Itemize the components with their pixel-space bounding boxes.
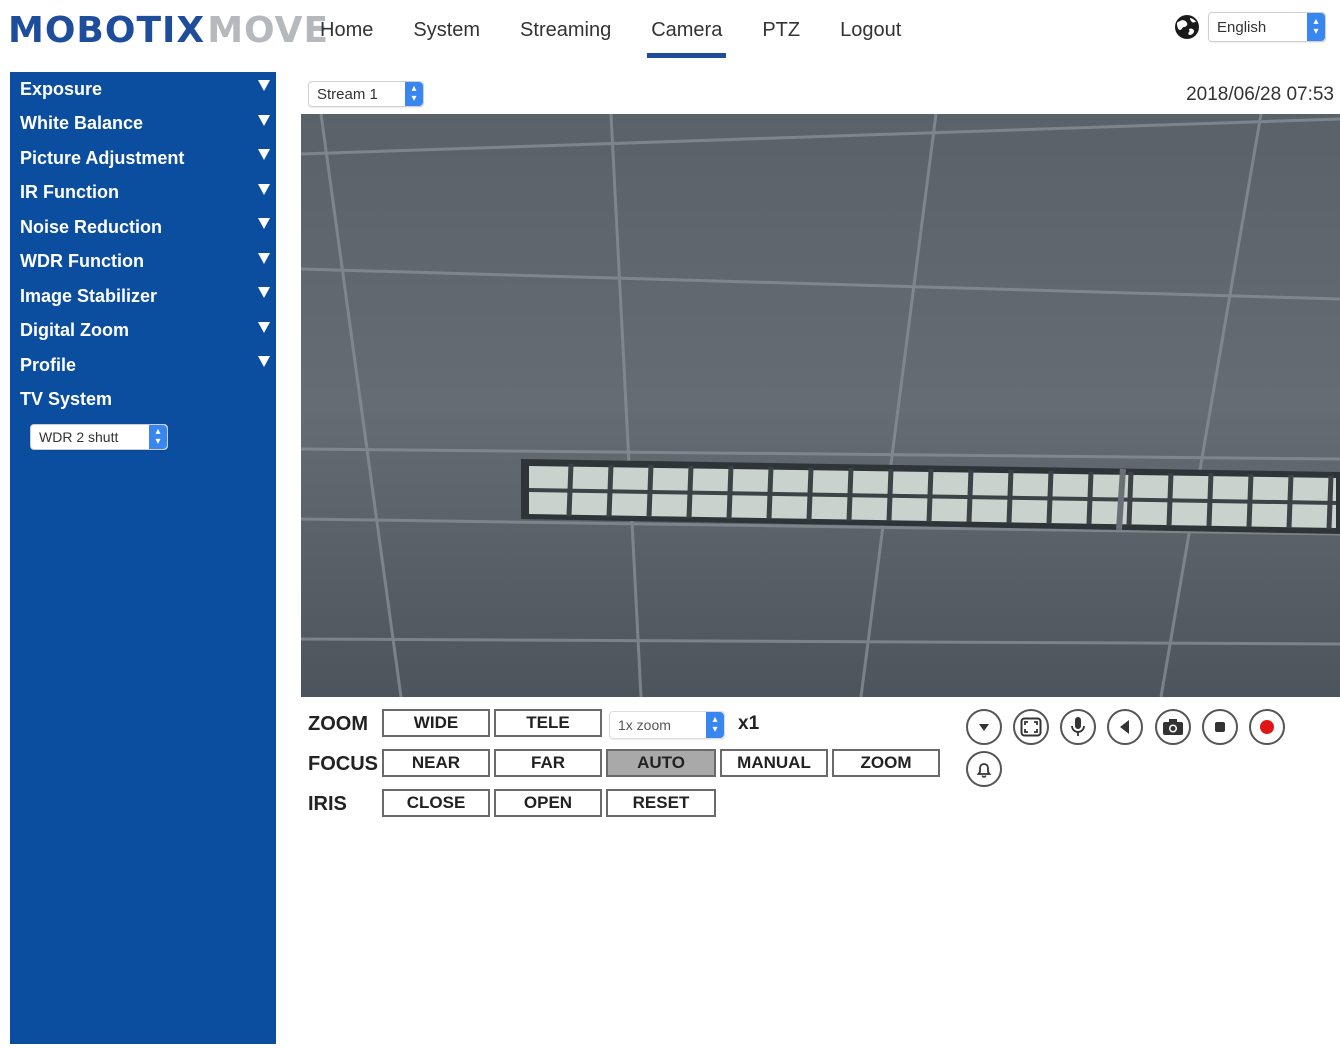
sidebar-item-label: IR Function (20, 182, 119, 203)
speaker-button[interactable] (1107, 709, 1143, 745)
dropdown-icon (979, 724, 989, 731)
record-icon (1260, 720, 1274, 734)
select-arrows-icon: ▴ ▾ (405, 82, 423, 106)
microphone-icon (1071, 717, 1085, 736)
focus-zoom-button[interactable]: ZOOM (832, 749, 940, 777)
sidebar-item-white-balance[interactable]: White Balance (10, 107, 276, 142)
select-arrows-icon: ▴ ▾ (149, 425, 167, 449)
expand-triangle-icon (258, 321, 270, 333)
nav-streaming[interactable]: Streaming (500, 0, 631, 60)
stop-button[interactable] (1202, 709, 1238, 745)
zoom-factor-select-value: 1x zoom (618, 717, 671, 733)
sidebar-item-image-stabilizer[interactable]: Image Stabilizer (10, 279, 276, 314)
zoom-wide-button[interactable]: WIDE (382, 709, 490, 737)
fullscreen-button[interactable] (1013, 709, 1049, 745)
zoom-level-readout: x1 (738, 713, 760, 734)
sidebar-item-profile[interactable]: Profile (10, 348, 276, 383)
select-arrows-icon: ▴ ▾ (706, 712, 724, 738)
stream-select[interactable]: Stream 1 ▴ ▾ (308, 81, 424, 107)
snapshot-icon (1163, 719, 1183, 735)
sidebar-item-exposure[interactable]: Exposure (10, 72, 276, 107)
main-nav: Home System Streaming Camera PTZ Logout (300, 0, 921, 60)
record-button[interactable] (1249, 709, 1285, 745)
alarm-bell-button[interactable] (966, 751, 1002, 787)
tv-system-select[interactable]: WDR 2 shutt ▴ ▾ (30, 424, 168, 450)
sidebar-item-picture-adjustment[interactable]: Picture Adjustment (10, 141, 276, 176)
camera-settings-sidebar: Exposure White Balance Picture Adjustmen… (10, 72, 276, 1044)
speaker-icon (1120, 720, 1129, 734)
nav-logout[interactable]: Logout (820, 0, 921, 60)
sidebar-item-tv-system[interactable]: TV System (10, 383, 276, 418)
zoom-factor-select[interactable]: 1x zoom ▴ ▾ (609, 711, 725, 739)
stop-icon (1215, 722, 1225, 732)
sidebar-item-label: Profile (20, 354, 77, 375)
focus-label: FOCUS (308, 753, 378, 775)
zoom-tele-button[interactable]: TELE (494, 709, 602, 737)
language-select-value: English (1217, 18, 1267, 36)
globe-icon (1175, 15, 1199, 39)
iris-reset-button[interactable]: RESET (606, 789, 716, 817)
sidebar-item-label: WDR Function (20, 251, 144, 272)
ceiling-camera-image (301, 114, 1340, 697)
nav-system[interactable]: System (393, 0, 500, 60)
expand-triangle-icon (258, 80, 270, 91)
nav-camera[interactable]: Camera (631, 0, 742, 60)
zoom-label: ZOOM (308, 713, 368, 735)
nav-home[interactable]: Home (300, 0, 393, 60)
select-arrows-icon: ▴ ▾ (1307, 13, 1325, 41)
sidebar-item-digital-zoom[interactable]: Digital Zoom (10, 314, 276, 349)
expand-triangle-icon (258, 183, 270, 195)
expand-triangle-icon (258, 218, 270, 229)
language-select[interactable]: English ▴ ▾ (1208, 12, 1326, 42)
stream-select-wrap: Stream 1 ▴ ▾ (308, 81, 424, 107)
nav-ptz[interactable]: PTZ (742, 0, 820, 60)
expand-triangle-icon (258, 252, 270, 264)
sidebar-item-label: White Balance (20, 113, 144, 134)
tv-system-select-value: WDR 2 shutt (39, 429, 119, 445)
alarm-bell-icon (976, 763, 992, 778)
iris-open-button[interactable]: OPEN (494, 789, 602, 817)
fullscreen-icon (1020, 717, 1042, 737)
stream-select-value: Stream 1 (317, 85, 378, 103)
snapshot-button[interactable] (1155, 709, 1191, 745)
sidebar-item-label: Digital Zoom (20, 320, 129, 341)
sidebar-item-label: Exposure (20, 78, 103, 99)
sidebar-item-noise-reduction[interactable]: Noise Reduction (10, 210, 276, 245)
iris-close-button[interactable]: CLOSE (382, 789, 490, 817)
dropdown-button[interactable] (966, 709, 1002, 745)
focus-auto-button[interactable]: AUTO (606, 749, 716, 777)
sidebar-item-ir-function[interactable]: IR Function (10, 176, 276, 211)
focus-manual-button[interactable]: MANUAL (720, 749, 828, 777)
camera-datetime: 2018/06/28 07:53 (1186, 84, 1334, 105)
logo-part-mobotix: MOBOTIX (8, 9, 206, 51)
sidebar-item-label: Image Stabilizer (20, 285, 158, 306)
sidebar-item-label: Picture Adjustment (20, 147, 185, 168)
sidebar-item-label: TV System (20, 389, 113, 410)
zoom-select-wrap: 1x zoom ▴ ▾ (609, 711, 725, 739)
live-video-view[interactable] (301, 114, 1340, 697)
microphone-button[interactable] (1060, 709, 1096, 745)
sidebar-item-wdr-function[interactable]: WDR Function (10, 245, 276, 280)
tv-system-select-wrap: WDR 2 shutt ▴ ▾ (30, 424, 168, 450)
expand-triangle-icon (258, 149, 270, 160)
focus-far-button[interactable]: FAR (494, 749, 602, 777)
expand-triangle-icon (258, 356, 270, 367)
language-selector: English ▴ ▾ (1174, 12, 1326, 42)
iris-label: IRIS (308, 793, 347, 815)
expand-triangle-icon (258, 114, 270, 126)
focus-near-button[interactable]: NEAR (382, 749, 490, 777)
expand-triangle-icon (258, 287, 270, 298)
sidebar-item-label: Noise Reduction (20, 216, 163, 237)
mobotix-move-logo: MOBOTIX MOVE (8, 8, 329, 52)
